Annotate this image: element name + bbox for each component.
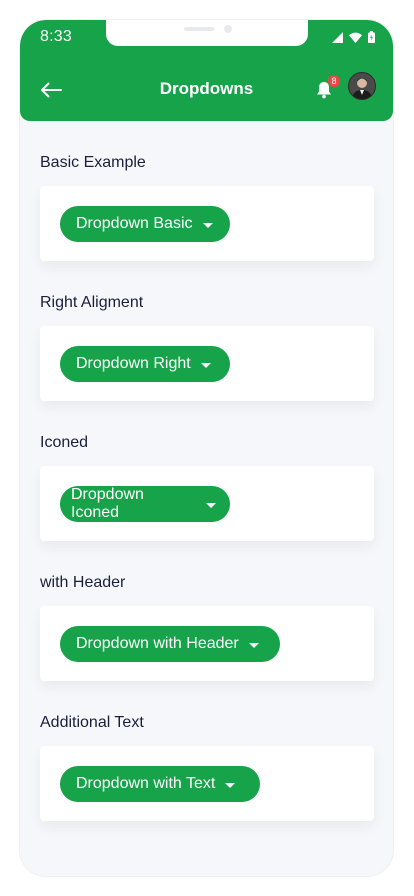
battery-icon — [368, 31, 375, 43]
caret-down-icon — [225, 782, 236, 788]
section-label-header: with Header — [40, 574, 126, 591]
notification-button[interactable]: 8 — [314, 75, 340, 102]
notch-speaker — [184, 27, 214, 31]
dropdown-header-button[interactable]: Dropdown with Header — [60, 626, 280, 662]
wifi-icon — [349, 32, 362, 43]
user-avatar-icon — [349, 73, 375, 99]
app-header: 8:33 Dropdowns 8 — [20, 20, 393, 121]
dropdown-card-header: Dropdown with Header — [40, 606, 374, 681]
dropdown-iconed-button[interactable]: Dropdown Iconed — [60, 486, 230, 522]
caret-down-icon — [202, 222, 213, 228]
phone-frame: 8:33 Dropdowns 8 Basic Example Dropdown … — [20, 20, 393, 876]
avatar[interactable] — [348, 72, 376, 100]
status-time: 8:33 — [40, 28, 72, 45]
dropdown-basic-button[interactable]: Dropdown Basic — [60, 206, 230, 242]
notch-camera — [224, 25, 232, 33]
dropdown-card-iconed: Dropdown Iconed — [40, 466, 374, 541]
dropdown-button-label: Dropdown Right — [76, 355, 191, 372]
status-icons — [332, 31, 375, 43]
caret-down-icon — [200, 362, 211, 368]
dropdown-button-label: Dropdown Iconed — [71, 486, 144, 521]
dropdown-card-right: Dropdown Right — [40, 326, 374, 401]
dropdown-button-label: Dropdown with Text — [76, 775, 216, 792]
dropdown-button-label: Dropdown with Header — [76, 635, 239, 652]
notification-badge: 8 — [328, 75, 340, 87]
section-label-text: Additional Text — [40, 714, 144, 731]
section-label-right: Right Aligment — [40, 294, 144, 311]
dropdown-text-button[interactable]: Dropdown with Text — [60, 766, 260, 802]
dropdown-right-button[interactable]: Dropdown Right — [60, 346, 230, 382]
device-notch — [106, 20, 308, 46]
dropdown-button-label: Dropdown Basic — [76, 215, 193, 232]
section-label-iconed: Iconed — [40, 434, 89, 451]
caret-down-icon — [206, 502, 216, 508]
caret-down-icon — [248, 642, 259, 648]
signal-icon — [332, 32, 343, 43]
dropdown-card-text: Dropdown with Text — [40, 746, 374, 821]
dropdown-card-basic: Dropdown Basic — [40, 186, 374, 261]
section-label-basic: Basic Example — [40, 154, 146, 171]
